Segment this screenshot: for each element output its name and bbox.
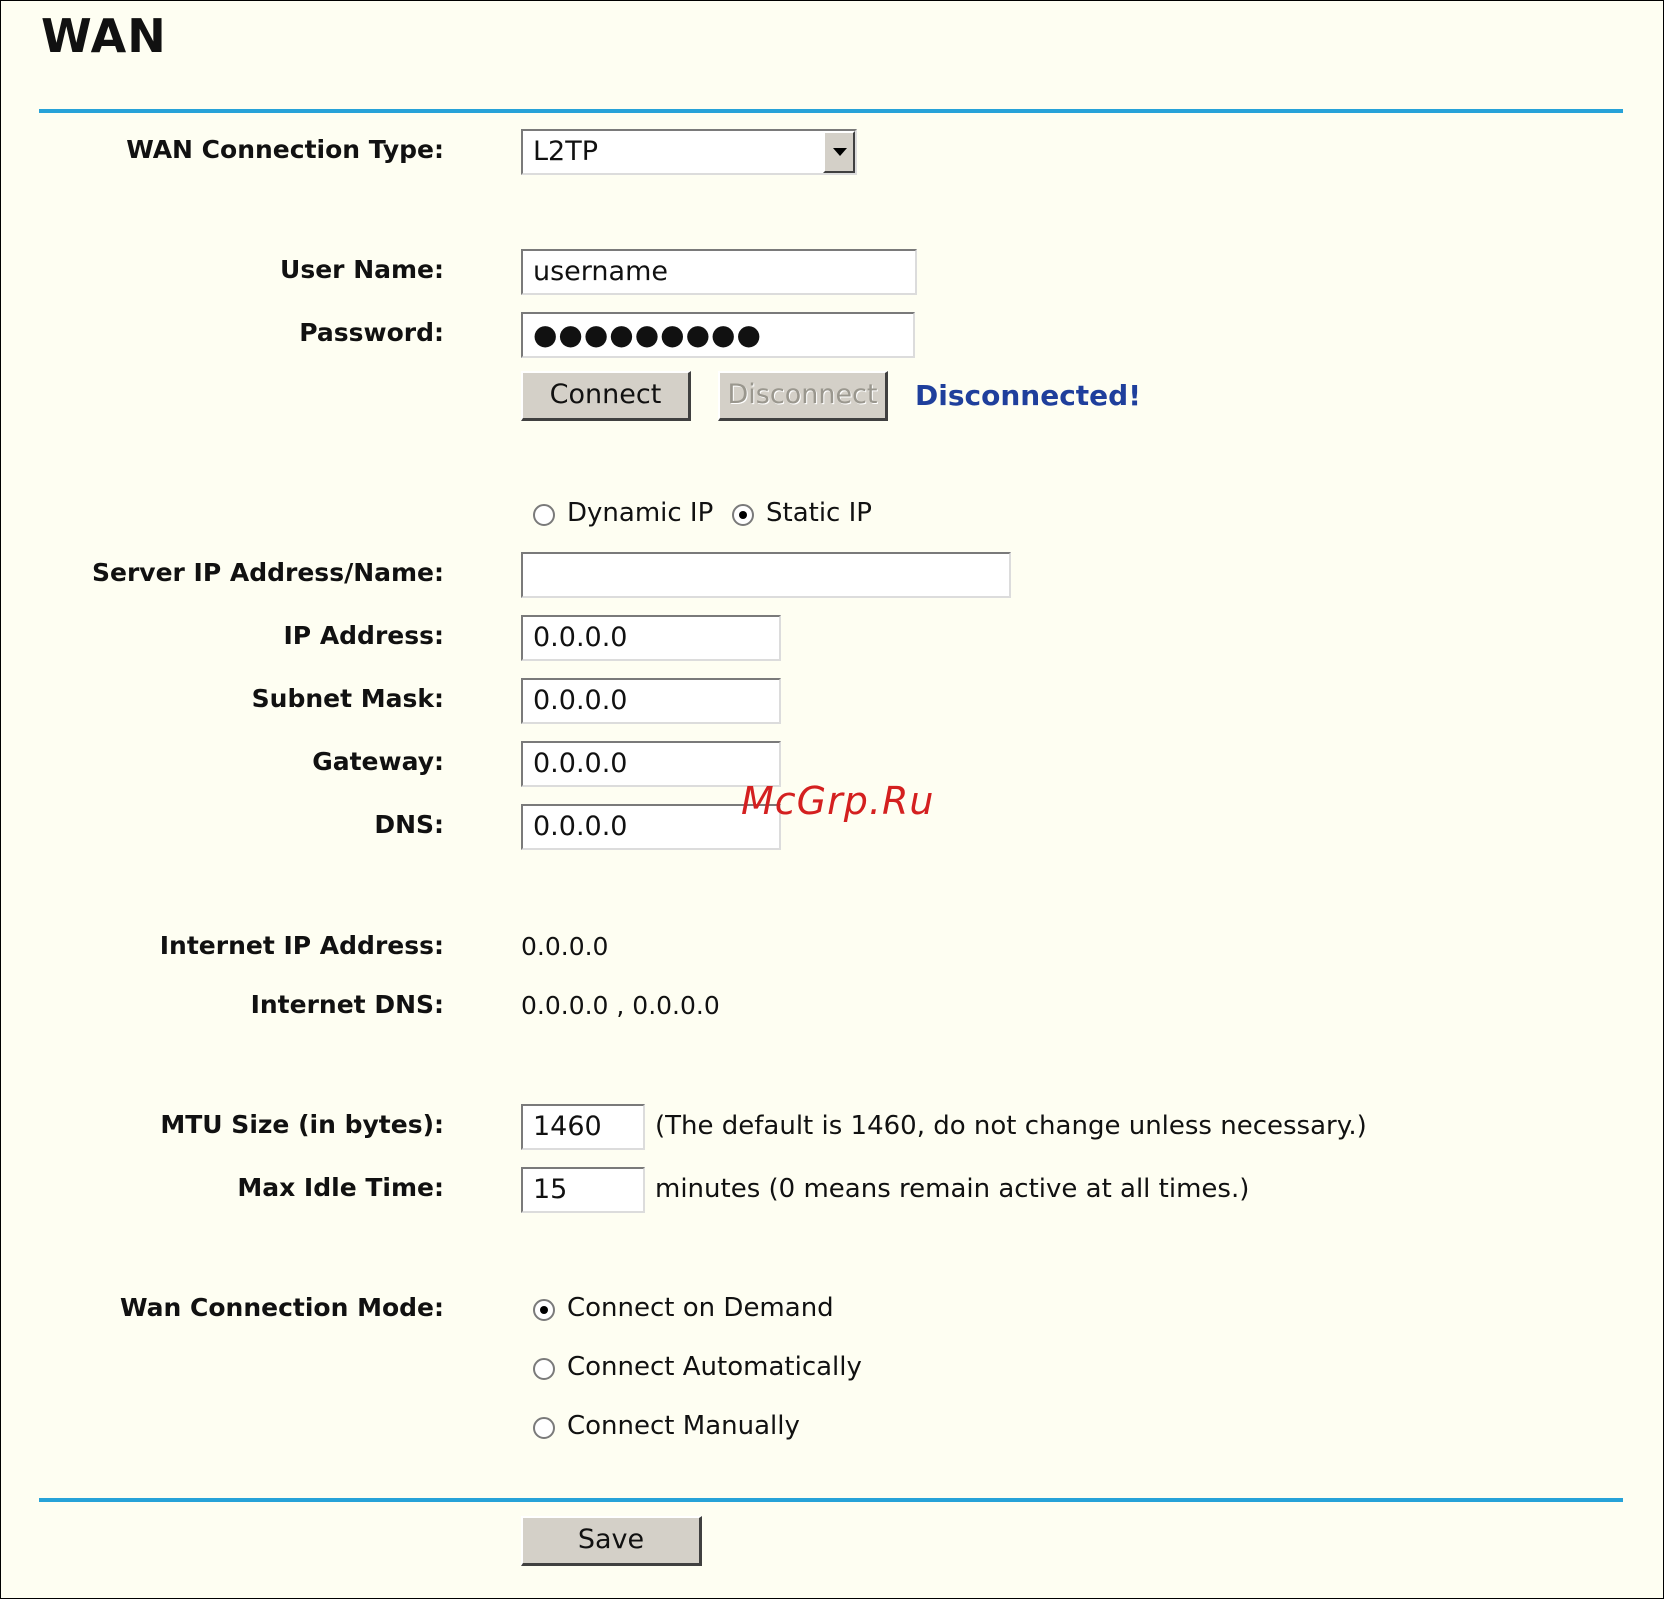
gateway-label: Gateway:: [312, 747, 444, 776]
watermark: McGrp.Ru: [741, 779, 935, 823]
static-ip-label: Static IP: [766, 498, 872, 528]
mtu-label: MTU Size (in bytes):: [160, 1110, 444, 1139]
connect-automatically-label: Connect Automatically: [567, 1352, 862, 1382]
wan-settings-panel: WAN WAN Connection Type: L2TP User Name:…: [0, 0, 1664, 1599]
connect-on-demand-radio[interactable]: [533, 1299, 555, 1321]
subnet-mask-input[interactable]: 0.0.0.0: [521, 678, 781, 724]
mtu-input[interactable]: 1460: [521, 1104, 645, 1150]
static-ip-radio[interactable]: [732, 504, 754, 526]
connect-manually-radio[interactable]: [533, 1417, 555, 1439]
connect-automatically-radio[interactable]: [533, 1358, 555, 1380]
server-ip-label: Server IP Address/Name:: [91, 558, 444, 587]
ip-address-label: IP Address:: [283, 621, 444, 650]
password-label: Password:: [299, 318, 444, 347]
password-input[interactable]: ●●●●●●●●●: [521, 312, 915, 358]
internet-ip-label: Internet IP Address:: [159, 931, 444, 960]
max-idle-label: Max Idle Time:: [237, 1173, 444, 1202]
subnet-mask-label: Subnet Mask:: [251, 684, 444, 713]
connection-type-label: WAN Connection Type:: [126, 135, 444, 164]
save-button[interactable]: Save: [521, 1516, 702, 1566]
server-ip-input[interactable]: [521, 552, 1011, 598]
chevron-down-icon[interactable]: [823, 131, 855, 173]
user-name-input[interactable]: username: [521, 249, 917, 295]
dns-label: DNS:: [374, 810, 444, 839]
mtu-note: (The default is 1460, do not change unle…: [655, 1111, 1367, 1141]
connection-status: Disconnected!: [915, 379, 1141, 412]
user-name-label: User Name:: [280, 255, 444, 284]
top-divider: [39, 109, 1623, 113]
internet-dns-value: 0.0.0.0 , 0.0.0.0: [521, 991, 720, 1020]
max-idle-note: minutes (0 means remain active at all ti…: [655, 1174, 1250, 1204]
connect-button[interactable]: Connect: [521, 371, 691, 421]
disconnect-button[interactable]: Disconnect: [718, 371, 888, 421]
dynamic-ip-radio[interactable]: [533, 504, 555, 526]
connect-manually-label: Connect Manually: [567, 1411, 800, 1441]
internet-dns-label: Internet DNS:: [250, 990, 444, 1019]
bottom-divider: [39, 1498, 1623, 1502]
connection-type-value: L2TP: [533, 136, 598, 167]
dynamic-ip-label: Dynamic IP: [567, 498, 714, 528]
internet-ip-value: 0.0.0.0: [521, 932, 609, 961]
connect-on-demand-label: Connect on Demand: [567, 1293, 834, 1323]
ip-address-input[interactable]: 0.0.0.0: [521, 615, 781, 661]
connection-type-select[interactable]: L2TP: [521, 129, 857, 175]
max-idle-input[interactable]: 15: [521, 1167, 645, 1213]
page-title: WAN: [41, 9, 167, 63]
connection-mode-label: Wan Connection Mode:: [119, 1293, 444, 1322]
